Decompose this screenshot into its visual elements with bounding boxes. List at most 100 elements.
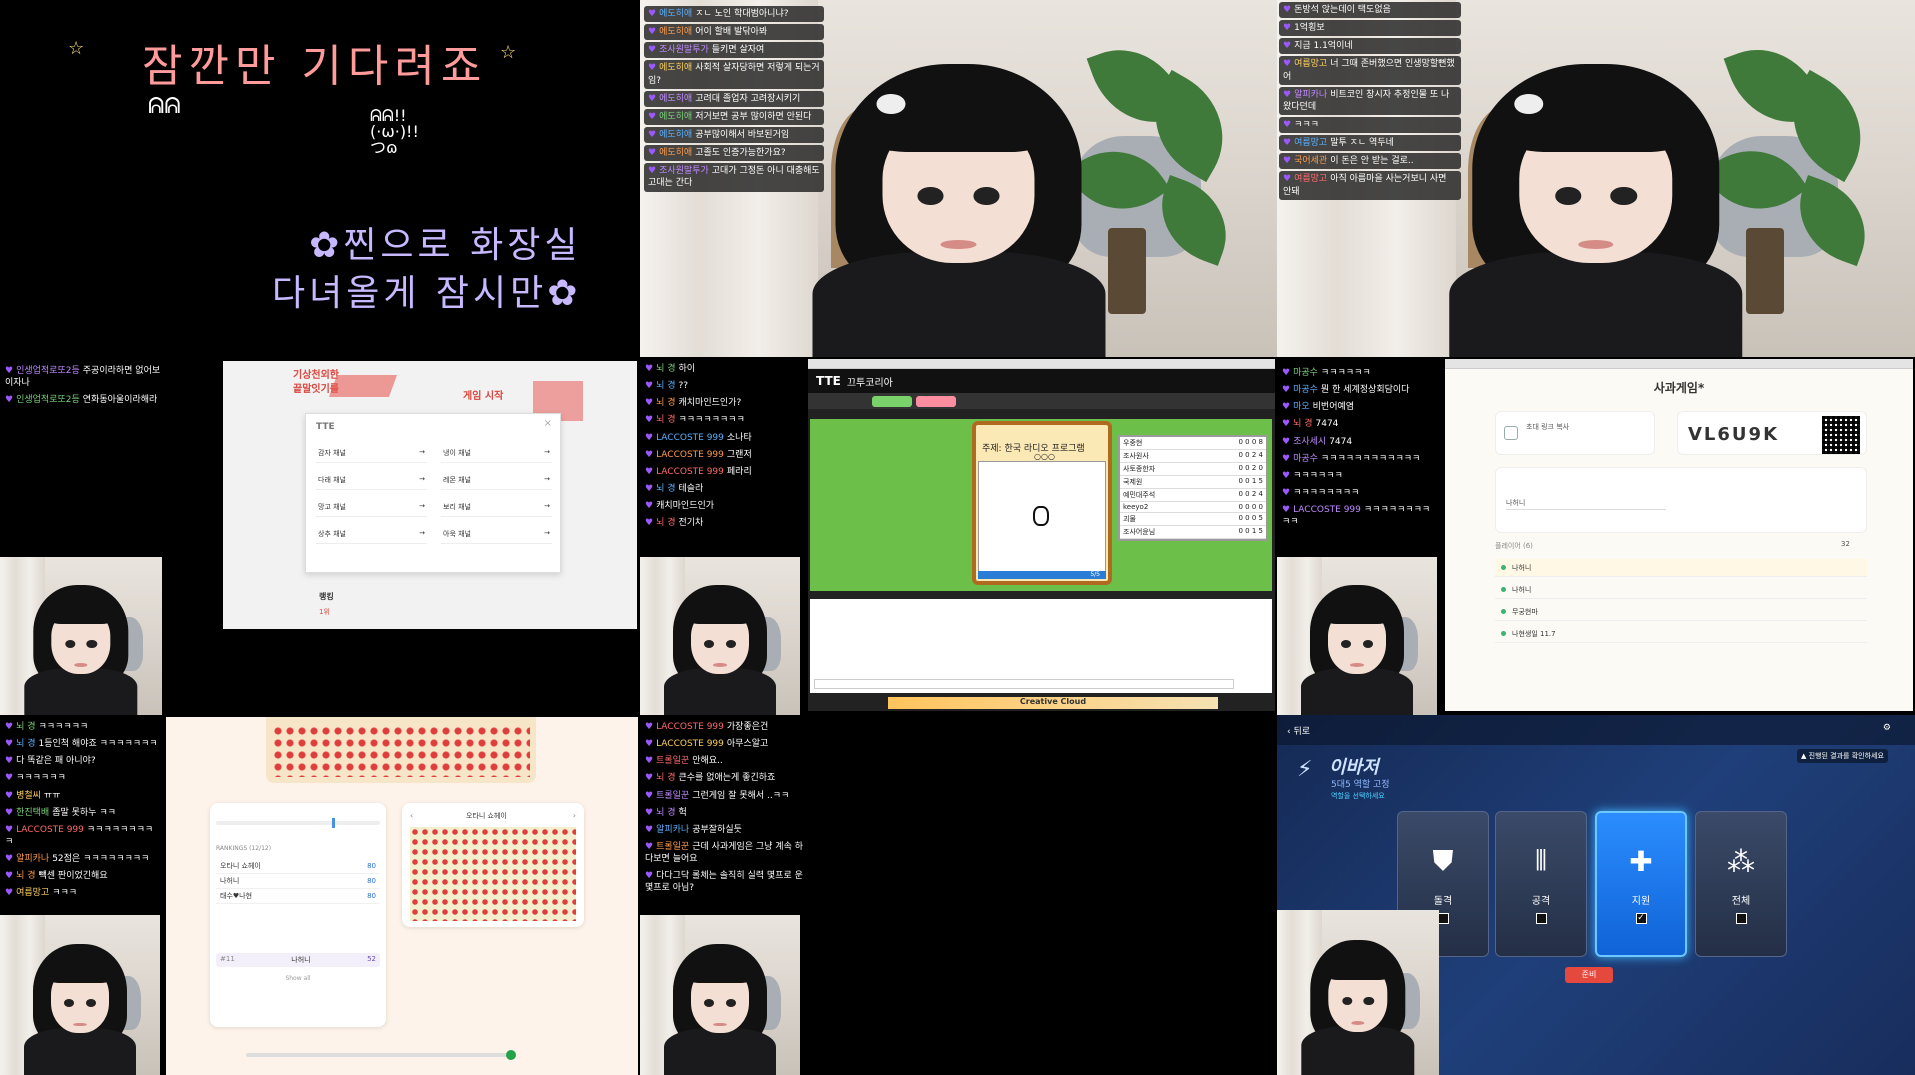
chat-username[interactable]: 뇌 경 — [656, 364, 675, 374]
chat-username[interactable]: 뇌 경 — [656, 518, 675, 528]
heart-icon: ♥ — [645, 807, 654, 818]
lobby-player-row[interactable]: 무궁현마 — [1495, 603, 1867, 621]
chat-username[interactable]: 에도히애 — [659, 9, 692, 19]
settings-icon[interactable]: ⚙ — [1883, 723, 1891, 733]
chat-username[interactable]: 에도히애 — [659, 94, 692, 104]
chat-username[interactable]: 뇌 경 — [16, 722, 35, 732]
chat-username[interactable]: 뇌 경 — [656, 415, 675, 425]
max-players[interactable]: 32 — [1841, 540, 1850, 548]
lobby-player-row[interactable]: 나현생일 11.7 — [1495, 625, 1867, 643]
role-checkbox[interactable] — [1437, 913, 1449, 924]
chat-username[interactable]: 뇌 경 — [16, 871, 35, 881]
ad-banner[interactable]: Creative Cloud — [888, 697, 1218, 709]
chat-username[interactable]: 알피카나 — [1294, 90, 1327, 100]
chat-username[interactable]: LACCOSTE 999 — [656, 433, 724, 443]
chat-username[interactable]: 트롤일꾼 — [656, 791, 689, 801]
chat-username[interactable]: LACCOSTE 999 — [656, 739, 724, 749]
room-code: VL6U9K — [1688, 424, 1780, 445]
chat-text: 연화동아울이라해라 — [82, 395, 158, 406]
chat-username[interactable]: 마공수 — [1293, 454, 1318, 464]
webcam-feed-small — [640, 915, 800, 1075]
chat-username[interactable]: 여름망고 — [1294, 174, 1327, 184]
game-start-banner[interactable]: 게임 시작 — [463, 387, 503, 402]
chat-username[interactable]: 알피카나 — [16, 854, 49, 864]
chat-username[interactable]: 뇌 경 — [656, 381, 675, 391]
role-checkbox[interactable]: ✓ — [1635, 912, 1647, 924]
close-icon[interactable]: × — [544, 418, 552, 429]
tab-active[interactable] — [872, 396, 912, 407]
role-card[interactable]: ⁂ 전체 — [1695, 811, 1787, 957]
chat-username[interactable]: 인생업적로또2등 — [16, 366, 80, 376]
chat-username[interactable]: LACCOSTE 999 — [656, 467, 724, 477]
chat-username[interactable]: 여름망고 — [16, 888, 49, 898]
chat-username[interactable]: 에도히애 — [659, 130, 692, 140]
heart-icon: ♥ — [645, 432, 654, 443]
chat-username[interactable]: LACCOSTE 999 — [1293, 505, 1361, 515]
chat-username[interactable]: 뇌 경 — [656, 398, 675, 408]
role-card[interactable]: ⦀ 공격 — [1495, 811, 1587, 957]
channel-item[interactable]: 다래 채널 → — [316, 471, 427, 490]
chat-username[interactable]: 마공수 — [1293, 368, 1318, 378]
arrow-right-icon: → — [544, 475, 550, 483]
show-all-link[interactable]: Show all — [210, 975, 386, 982]
chat-username[interactable]: LACCOSTE 999 — [16, 825, 84, 835]
chat-username[interactable]: 병철씨 — [16, 791, 41, 801]
player-name: 괴물 — [1123, 515, 1136, 523]
lightning-icon: ⚡ — [1297, 757, 1313, 782]
invite-card[interactable]: 초대 링크 복사 — [1495, 411, 1655, 455]
chat-username[interactable]: 뇌 경 — [656, 773, 675, 783]
chat-username[interactable]: 국어세관 — [1294, 156, 1327, 166]
chat-username[interactable]: 여름망고 — [1294, 59, 1327, 69]
chat-username[interactable]: 트롤일꾼 — [656, 756, 689, 766]
chat-username[interactable]: 에도히애 — [659, 112, 692, 122]
chat-username[interactable]: 에도히애 — [659, 27, 692, 37]
ready-button[interactable]: 준비 — [1565, 967, 1613, 983]
role-card[interactable]: ✚ 지원 ✓ — [1595, 811, 1687, 957]
chat-username[interactable]: 뇌 경 — [16, 739, 35, 749]
nickname-input[interactable]: 나허니 — [1506, 496, 1666, 510]
heart-icon: ♥ — [5, 395, 14, 406]
back-button[interactable]: ‹ 뒤로 — [1287, 724, 1310, 737]
chat-username[interactable]: 뇌 경 — [656, 484, 675, 494]
channel-item[interactable]: 아욱 채널 → — [441, 525, 552, 544]
chat-username[interactable]: LACCOSTE 999 — [656, 450, 724, 460]
prev-arrow-icon[interactable]: ‹ — [410, 811, 413, 820]
chat-username[interactable]: 한진택배 — [16, 808, 49, 818]
chat-username[interactable]: 뇌 경 — [656, 808, 675, 818]
chat-username[interactable]: 조사세시 — [1293, 437, 1326, 447]
chat-text: ㅋㅋㅋ — [52, 888, 78, 899]
drawing-canvas[interactable] — [978, 461, 1106, 575]
lobby-player-row[interactable]: 나허니 — [1495, 559, 1867, 577]
chat-username[interactable]: 트롤일꾼 — [656, 842, 689, 852]
player-name: keeyo2 — [1123, 503, 1149, 511]
chat-text: 공부많이해서 바보된거임 — [695, 129, 790, 140]
chat-username[interactable]: 인생업적로또2등 — [16, 395, 80, 405]
channel-item[interactable]: 보리 채널 → — [441, 498, 552, 517]
channel-item[interactable]: 상추 채널 → — [316, 525, 427, 544]
tab-leave[interactable] — [916, 396, 956, 407]
channel-item[interactable]: 냉이 채널 → — [441, 444, 552, 463]
arrow-right-icon: → — [544, 502, 550, 510]
channel-item[interactable]: 감자 채널 → — [316, 444, 427, 463]
chat-username[interactable]: 뇌 경 — [1293, 419, 1312, 429]
chat-username[interactable]: 마공수 — [1293, 385, 1318, 395]
chat-username[interactable]: 알피카나 — [656, 825, 689, 835]
chat-username[interactable]: 조사원말투가 — [659, 166, 709, 176]
chat-username[interactable]: 조사원말투가 — [659, 45, 709, 55]
next-arrow-icon[interactable]: › — [573, 811, 576, 820]
chat-username[interactable]: 에도히애 — [659, 148, 692, 158]
lobby-player-row[interactable]: 나허니 — [1495, 581, 1867, 599]
chat-username[interactable]: LACCOSTE 999 — [656, 722, 724, 732]
chat-username[interactable]: 마오 — [1293, 402, 1310, 412]
role-select-panel: ‹ 뒤로 ⚙ ▲ 진행된 결과를 확인하세요 ⚡ 이바저 5대5 역할 고정 역… — [1277, 715, 1915, 1075]
chat-input[interactable] — [814, 679, 1234, 689]
role-checkbox[interactable] — [1735, 912, 1747, 924]
channel-item[interactable]: 망고 채널 → — [316, 498, 427, 517]
slider[interactable] — [246, 1050, 516, 1060]
role-checkbox[interactable] — [1535, 913, 1547, 924]
star-icon: ☆ — [500, 42, 517, 63]
browser-tabbar — [1445, 359, 1913, 369]
channel-item[interactable]: 레몬 채널 → — [441, 471, 552, 490]
chat-username[interactable]: 에도히애 — [659, 63, 692, 73]
chat-username[interactable]: 여름망고 — [1294, 138, 1327, 148]
